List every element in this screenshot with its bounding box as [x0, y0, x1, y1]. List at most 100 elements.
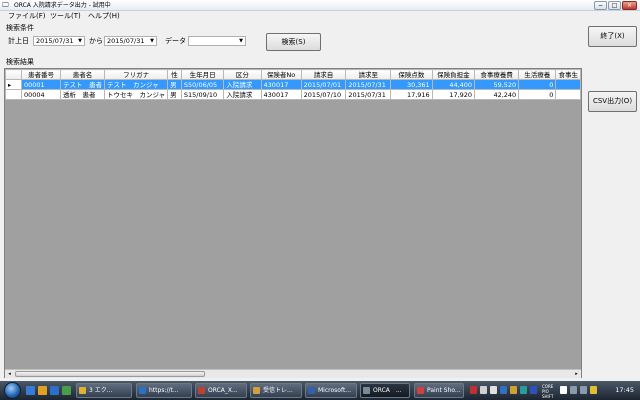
taskbar-button-orca-x[interactable]: ORCA_X... [195, 383, 247, 398]
birthdate-cell: S50/06/05 [180, 79, 225, 90]
col-header-patient-id[interactable]: 患者番号 [21, 69, 61, 80]
browser-icon [139, 387, 146, 394]
furigana-cell: トウセキ カンジャ [103, 89, 169, 100]
taskbar-button-browser[interactable]: https://t... [136, 383, 192, 398]
meal-cost-cell: 42,240 [474, 89, 520, 100]
tray-app-icon[interactable] [500, 386, 507, 394]
taskbar-clock[interactable]: 17:45 [615, 386, 634, 395]
taskbar-button-inbox[interactable]: 受信トレ... [250, 383, 302, 398]
insurer-no-cell: 430017 [260, 89, 302, 100]
meal-extra-cell [555, 79, 581, 90]
col-header-meal-extra[interactable]: 食事生 [555, 69, 581, 80]
scroll-right-icon[interactable]: ▸ [572, 370, 581, 378]
col-header-furigana[interactable]: フリガナ [103, 69, 169, 80]
taskbar-button-label: https://t... [149, 387, 179, 394]
results-grid[interactable]: 患者番号 患者名 フリガナ 性 生年月日 区分 保険者No 請求自 請求至 保険… [4, 68, 582, 378]
exit-button[interactable]: 終了(X) [588, 26, 637, 47]
taskbar-button-label: Paint Sho... [427, 387, 461, 394]
data-select[interactable]: ▼ [188, 36, 246, 46]
patient-name-cell: テスト 患者 [59, 79, 105, 90]
date-from-picker[interactable]: 2015/07/31 ▼ [33, 36, 85, 46]
col-header-insurance-points[interactable]: 保険点数 [390, 69, 433, 80]
csv-export-button[interactable]: CSV出力(O) [588, 91, 637, 112]
help-icon[interactable] [530, 386, 537, 394]
date-to-picker[interactable]: 2015/07/31 ▼ [104, 36, 157, 46]
col-header-sex[interactable]: 性 [167, 69, 182, 80]
col-header-bill-from[interactable]: 請求自 [300, 69, 347, 80]
horizontal-scrollbar[interactable]: ◂ ▸ [5, 369, 581, 378]
folder-icon[interactable] [38, 386, 47, 395]
table-row[interactable]: 00004 透析 患者 トウセキ カンジャ 男 S15/09/10 入院請求 4… [5, 89, 581, 100]
tray-app-icon[interactable] [590, 386, 597, 394]
tray-app-icon[interactable] [470, 386, 477, 394]
category-cell: 入院請求 [223, 79, 262, 90]
taskbar-button-label: ORCA_X... [208, 387, 238, 394]
folder-icon [79, 387, 86, 394]
table-row[interactable]: ▸ 00001 テスト 患者 テスト カンジャ 男 S50/06/05 入院請求… [5, 79, 581, 90]
start-button[interactable] [4, 382, 21, 399]
menu-help[interactable]: ヘルプ(H) [88, 12, 120, 21]
maximize-button[interactable]: □ [608, 1, 621, 10]
minimize-button[interactable]: − [594, 1, 607, 10]
patient-id-cell: 00004 [21, 89, 61, 100]
taskbar-button-explorer[interactable]: 3 エク... [76, 383, 132, 398]
search-button[interactable]: 検索(S) [266, 33, 321, 51]
menu-bar: ファイル(F) ツール(T) ヘルプ(H) [0, 11, 640, 22]
window-title: ORCA 入院請求データ出力 - 試用中 [14, 2, 111, 9]
insurer-no-cell: 430017 [260, 79, 302, 90]
desktop-icon[interactable] [26, 386, 35, 395]
living-cost-cell: 0 [518, 79, 557, 90]
col-header-selector [5, 69, 22, 80]
living-cost-cell: 0 [518, 89, 557, 100]
scrollbar-thumb[interactable] [15, 371, 205, 377]
insurance-points-cell: 30,361 [390, 79, 433, 90]
results-table: 患者番号 患者名 フリガナ 性 生年月日 区分 保険者No 請求自 請求至 保険… [5, 69, 581, 100]
date-to-value: 2015/07/31 [107, 37, 145, 45]
bill-from-cell: 2015/07/01 [300, 79, 347, 90]
paint-icon [417, 387, 424, 394]
col-header-birthdate[interactable]: 生年月日 [180, 69, 225, 80]
col-header-insurer-no[interactable]: 保険者No [260, 69, 302, 80]
tray-app-icon[interactable] [490, 386, 497, 394]
tray-app-icon[interactable] [510, 386, 517, 394]
menu-file[interactable]: ファイル(F) [8, 12, 46, 21]
row-selector-icon: ▸ [5, 79, 22, 90]
mail-icon [253, 387, 260, 394]
col-header-meal-cost[interactable]: 食事療養費 [474, 69, 520, 80]
col-header-category[interactable]: 区分 [223, 69, 262, 80]
close-button[interactable]: × [622, 1, 637, 10]
scroll-left-icon[interactable]: ◂ [5, 370, 14, 378]
menu-tools[interactable]: ツール(T) [50, 12, 81, 21]
copay-cell: 17,920 [431, 89, 476, 100]
bill-to-cell: 2015/07/31 [345, 79, 392, 90]
col-header-copay[interactable]: 保険負担金 [431, 69, 476, 80]
document-icon [308, 387, 315, 394]
taskbar-button-orca[interactable]: ORCA ... [360, 383, 410, 398]
sex-cell: 男 [167, 79, 182, 90]
chevron-down-icon: ▼ [239, 38, 243, 44]
tray-app-icon[interactable] [480, 386, 487, 394]
chevron-down-icon: ▼ [150, 38, 154, 44]
sex-cell: 男 [167, 89, 182, 100]
network-icon[interactable] [570, 386, 577, 394]
search-results-label: 検索結果 [6, 58, 34, 66]
taskbar-button-microsoft[interactable]: Microsoft... [305, 383, 357, 398]
col-header-bill-to[interactable]: 請求至 [345, 69, 392, 80]
volume-icon[interactable] [580, 386, 587, 394]
meal-extra-cell [555, 89, 581, 100]
birthdate-cell: S15/09/10 [180, 89, 225, 100]
search-conditions-label: 検索条件 [6, 24, 34, 32]
col-header-living-cost[interactable]: 生活療養 [518, 69, 557, 80]
tray-app-icon[interactable] [560, 386, 567, 394]
app-icon: 🖵 [2, 1, 9, 9]
app-quick-icon[interactable] [62, 386, 71, 395]
col-header-patient-name[interactable]: 患者名 [59, 69, 105, 80]
furigana-cell: テスト カンジャ [103, 79, 169, 90]
taskbar: 3 エク... https://t... ORCA_X... 受信トレ... M… [0, 381, 640, 400]
taskbar-button-paint-shop[interactable]: Paint Sho... [414, 383, 464, 398]
taskbar-button-label: 3 エク... [89, 387, 113, 394]
tray-app-icon[interactable] [520, 386, 527, 394]
app-icon [363, 387, 370, 394]
browser-icon[interactable] [50, 386, 59, 395]
copay-cell: 44,400 [431, 79, 476, 90]
